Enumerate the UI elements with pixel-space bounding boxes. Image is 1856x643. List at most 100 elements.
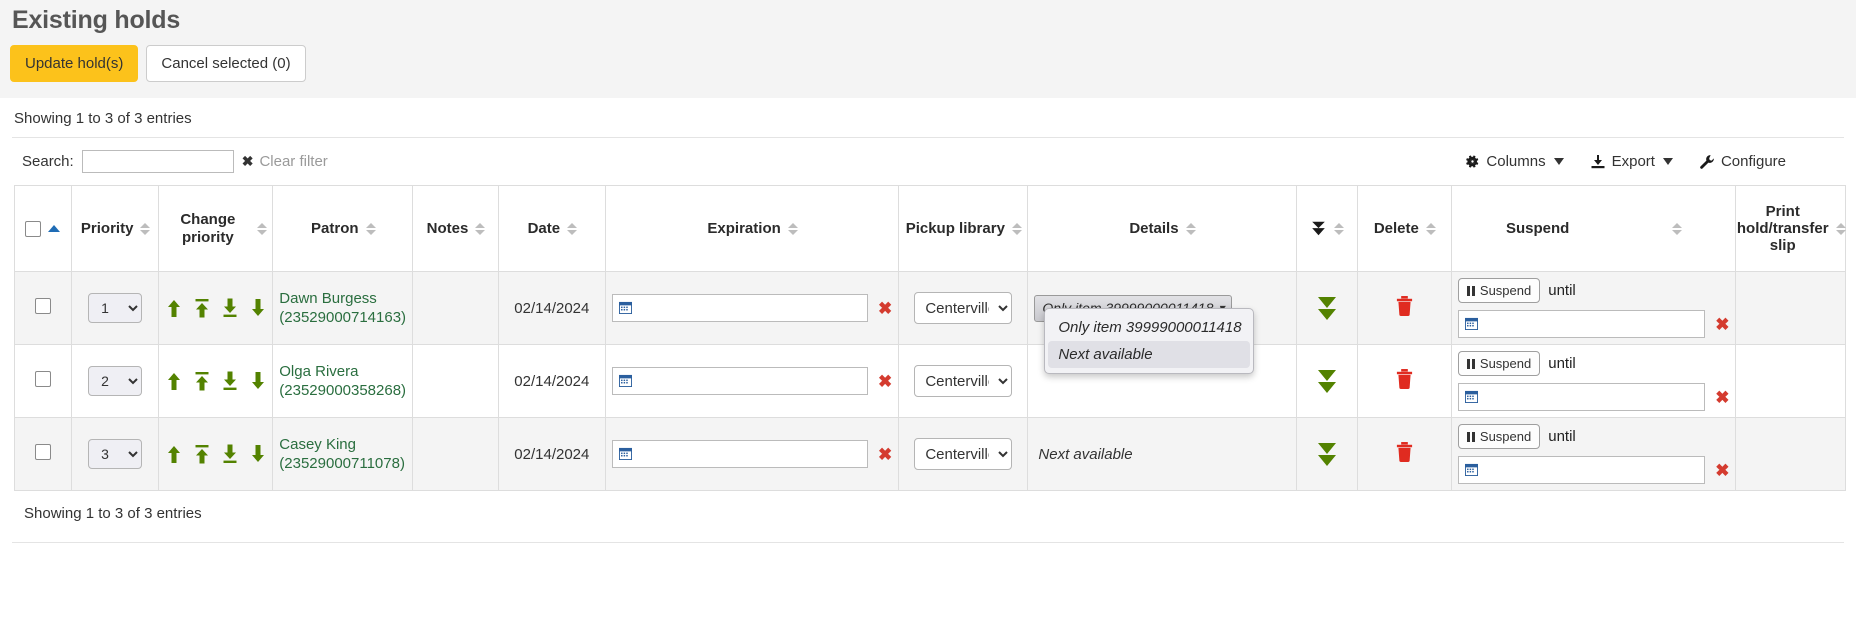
suspend-button[interactable]: Suspend [1458,278,1540,303]
priority-arrows [165,298,266,318]
column-label-details: Details [1129,220,1178,237]
move-to-top-icon[interactable] [194,444,210,464]
column-header-suspend[interactable]: Suspend [1451,186,1736,272]
move-to-lowest-priority-icon[interactable] [1303,297,1351,320]
row-select-cell [15,345,72,418]
move-to-lowest-priority-icon[interactable] [1303,443,1351,466]
clear-expiration-icon[interactable]: ✖ [878,446,892,463]
column-header-patron[interactable]: Patron [273,186,413,272]
select-all-checkbox[interactable] [25,221,41,237]
table-header-row: Priority Change priority Patron Notes [15,186,1846,272]
patron-card-link[interactable]: (23529000711078) [279,454,406,474]
column-header-lowest-priority[interactable] [1296,186,1357,272]
column-header-delete[interactable]: Delete [1357,186,1451,272]
expiration-date-input[interactable] [612,440,868,468]
pickup-library-select[interactable]: Centerville [914,438,1012,470]
move-to-top-icon[interactable] [194,371,210,391]
row-print-slip-cell [1736,272,1846,345]
suspend-button[interactable]: Suspend [1458,424,1540,449]
column-label-pickup-library: Pickup library [906,220,1005,237]
priority-select[interactable]: 1 [88,293,142,323]
pickup-library-select[interactable]: Centerville [914,365,1012,397]
patron-cardnumber: (23529000358268) [279,382,406,399]
clear-filter-button[interactable]: ✖ Clear filter [242,153,328,170]
export-button[interactable]: Export [1590,153,1673,170]
patron-link[interactable]: Casey King [279,435,406,455]
column-header-change-priority[interactable]: Change priority [159,186,273,272]
showing-entries-top: Showing 1 to 3 of 3 entries [12,98,1844,137]
row-patron-cell: Olga Rivera (23529000358268) [273,345,413,418]
sort-icon [257,223,266,235]
column-header-priority[interactable]: Priority [71,186,159,272]
column-header-date[interactable]: Date [498,186,605,272]
move-to-bottom-icon[interactable] [222,371,238,391]
download-icon [1590,154,1606,170]
move-up-icon[interactable] [166,298,182,318]
columns-button[interactable]: Columns [1465,153,1563,170]
row-pickup-cell: Centerville [899,418,1028,491]
patron-link[interactable]: Olga Rivera [279,362,406,382]
move-up-icon[interactable] [166,371,182,391]
table-body: 1 [15,272,1846,491]
expiration-date-input[interactable] [612,367,868,395]
move-to-top-icon[interactable] [194,298,210,318]
column-header-pickup-library[interactable]: Pickup library [899,186,1028,272]
delete-icon[interactable] [1395,295,1414,321]
move-to-bottom-icon[interactable] [222,298,238,318]
suspend-button[interactable]: Suspend [1458,351,1540,376]
row-date-cell: 02/14/2024 [498,418,605,491]
holds-table: Priority Change priority Patron Notes [14,185,1846,491]
chevron-down-icon [1554,158,1564,165]
update-holds-button[interactable]: Update hold(s) [10,45,138,82]
patron-card-link[interactable]: (23529000714163) [279,308,406,328]
suspend-button-label: Suspend [1480,429,1531,444]
calendar-icon [1465,463,1478,478]
priority-select[interactable]: 2 [88,366,142,396]
patron-cardnumber: (23529000714163) [279,309,406,326]
move-down-icon[interactable] [250,444,266,464]
clear-suspend-date-icon[interactable]: ✖ [1715,316,1729,333]
row-checkbox[interactable] [35,371,51,387]
cancel-selected-button[interactable]: Cancel selected (0) [146,45,305,82]
clear-suspend-date-icon[interactable]: ✖ [1715,389,1729,406]
dropdown-option[interactable]: Next available [1048,341,1250,368]
column-header-print-slip[interactable]: Print hold/transfer slip [1736,186,1846,272]
search-input[interactable] [82,150,234,173]
move-down-icon[interactable] [250,371,266,391]
delete-icon[interactable] [1395,368,1414,394]
row-suspend-cell: Suspend until ✖ [1451,272,1736,345]
patron-card-link[interactable]: (23529000358268) [279,381,406,401]
column-header-notes[interactable]: Notes [413,186,498,272]
suspend-until-date-input[interactable] [1458,310,1705,338]
configure-button[interactable]: Configure [1699,153,1786,170]
sort-icon [1012,223,1021,235]
move-down-icon[interactable] [250,298,266,318]
move-up-icon[interactable] [166,444,182,464]
suspend-until-date-input[interactable] [1458,383,1705,411]
row-checkbox[interactable] [35,444,51,460]
row-checkbox[interactable] [35,298,51,314]
delete-icon[interactable] [1395,441,1414,467]
column-header-details[interactable]: Details [1028,186,1296,272]
patron-link[interactable]: Dawn Burgess [279,289,406,309]
column-header-select[interactable] [15,186,72,272]
action-toolbar: Update hold(s) Cancel selected (0) [0,45,1856,98]
move-to-lowest-priority-icon[interactable] [1303,370,1351,393]
clear-expiration-icon[interactable]: ✖ [878,300,892,317]
clear-expiration-icon[interactable]: ✖ [878,373,892,390]
priority-select[interactable]: 3 [88,439,142,469]
holds-table-card: Showing 1 to 3 of 3 entries Search: ✖ Cl… [0,98,1856,532]
clear-suspend-date-icon[interactable]: ✖ [1715,462,1729,479]
hold-details-dropdown-menu[interactable]: Only item 39999000011418 Next available [1044,308,1254,374]
expiration-date-input[interactable] [612,294,868,322]
row-notes-cell [413,418,498,491]
column-label-print-slip: Print hold/transfer slip [1737,203,1829,255]
row-details-cell: Only item 39999000011418 ▾ Only item 399… [1028,272,1296,345]
suspend-until-date-input[interactable] [1458,456,1705,484]
move-to-bottom-icon[interactable] [222,444,238,464]
dropdown-option[interactable]: Only item 39999000011418 [1048,314,1250,341]
pause-icon [1467,359,1475,369]
row-lowest-priority-cell [1296,272,1357,345]
column-header-expiration[interactable]: Expiration [605,186,898,272]
pickup-library-select[interactable]: Centerville [914,292,1012,324]
